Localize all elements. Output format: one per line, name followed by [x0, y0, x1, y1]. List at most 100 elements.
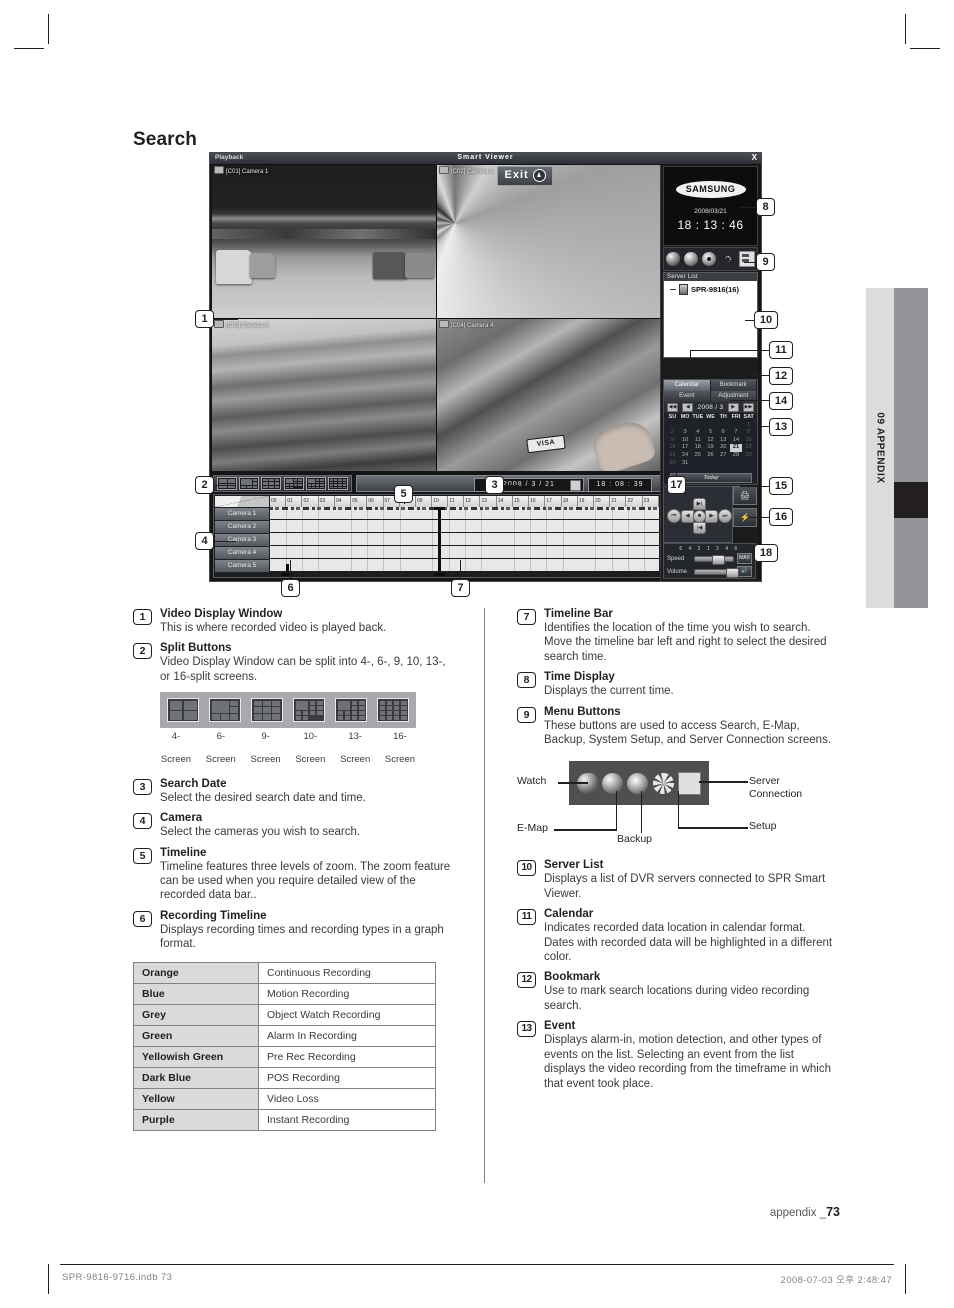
calendar-day[interactable]: 24 — [679, 452, 692, 460]
calendar-day[interactable]: 28 — [730, 452, 743, 460]
emap-icon[interactable] — [684, 252, 699, 266]
playback-dpad[interactable]: ⏮ ▶| ◀ ■ ▶ |◀ ⏭ — [667, 497, 732, 534]
next-month-button[interactable]: ▶ — [727, 403, 739, 412]
calendar-day[interactable]: 11 — [691, 437, 704, 445]
calendar-day[interactable]: 18 — [691, 444, 704, 452]
jump-last-button[interactable]: ⏭ — [718, 508, 732, 523]
split-buttons[interactable] — [213, 475, 352, 492]
calendar-day-empty — [691, 460, 704, 468]
recording-timeline-graph[interactable] — [270, 507, 659, 576]
calendar-day[interactable]: 15 — [742, 437, 755, 445]
calendar-day[interactable]: 17 — [679, 444, 692, 452]
menu-buttons[interactable] — [663, 247, 758, 271]
print-button[interactable]: 🖨 — [733, 486, 757, 505]
step-back-button[interactable]: |◀ — [693, 521, 706, 534]
server-list-item[interactable]: SPR-9816(16) — [664, 281, 757, 295]
video-cell-1[interactable]: [C01] Camera 1 — [212, 165, 436, 318]
camera-row-5[interactable]: Camera 5 — [215, 560, 269, 573]
split-16-button[interactable] — [327, 477, 348, 490]
timeline-zoom-control[interactable] — [215, 496, 269, 508]
gear-icon[interactable] — [720, 252, 735, 266]
timeline-secondary-cursor[interactable] — [282, 564, 293, 576]
calendar-day[interactable]: 12 — [704, 437, 717, 445]
speed-slider[interactable] — [694, 554, 734, 565]
backup-icon[interactable] — [702, 252, 717, 266]
prev-month-button[interactable]: ◀ — [682, 403, 694, 412]
calendar-grid[interactable]: SU MO TUE WE TH FRI SAT 1 2 3 4 5 6 7 8 9 10 11 12 13 14 15 16… — [664, 413, 757, 468]
split-6-button[interactable] — [239, 477, 260, 490]
appendix-side-bar — [894, 288, 928, 608]
calendar-day[interactable]: 7 — [730, 429, 743, 437]
speed-max-button[interactable]: MAX — [737, 553, 752, 564]
forward-button[interactable]: ▶ — [705, 509, 718, 523]
speed-row[interactable]: Speed MAX — [664, 552, 755, 565]
next-year-button[interactable]: ▶▶ — [742, 403, 754, 412]
server-list[interactable]: Server List SPR-9816(16) — [663, 272, 758, 358]
exit-button[interactable]: Exit — [496, 165, 553, 186]
hour-tick: 05 — [351, 496, 368, 507]
server-connection-icon[interactable] — [738, 251, 755, 267]
split-9-button[interactable] — [261, 477, 282, 490]
search-time-input[interactable]: 18 : 08 : 39 — [588, 478, 652, 492]
smart-viewer-screenshot: Playback Smart Viewer X [C01] Camera 1 [… — [209, 152, 762, 582]
video-cell-2[interactable]: [C02] Camera 2 — [437, 165, 661, 318]
calendar-day[interactable]: 27 — [717, 452, 730, 460]
prev-year-button[interactable]: ◀◀ — [667, 403, 678, 412]
tab-calendar[interactable]: Calendar — [664, 380, 711, 391]
watch-icon[interactable] — [666, 252, 681, 266]
calendar-day[interactable]: 22 — [742, 444, 755, 452]
calendar-day[interactable]: 3 — [679, 429, 692, 437]
calendar-day[interactable]: 2 — [666, 429, 679, 437]
video-display-window[interactable]: [C01] Camera 1 [C02] Camera 2 [C03] Came… — [212, 165, 661, 471]
calendar-day[interactable]: 10 — [679, 437, 692, 445]
timeline-bar-cursor[interactable] — [434, 507, 445, 576]
calendar-nav[interactable]: ◀◀ ◀ 2008 / 3 ▶ ▶▶ — [664, 402, 757, 413]
calendar-picker-icon[interactable] — [570, 480, 581, 491]
split-13-button[interactable] — [305, 477, 326, 490]
playback-controls[interactable]: ⏮ ▶| ◀ ■ ▶ |◀ ⏭ — [663, 486, 733, 543]
play-button[interactable]: ▶| — [693, 497, 706, 510]
split-4-button[interactable] — [217, 477, 238, 490]
emap-leader-h — [554, 829, 617, 831]
camera-row-2[interactable]: Camera 2 — [215, 521, 269, 534]
tab-event[interactable]: Event — [664, 391, 711, 402]
calendar-tabs-row-1[interactable]: Calendar Bookmark — [664, 380, 757, 391]
calendar-day[interactable]: 26 — [704, 452, 717, 460]
calendar-day[interactable]: 14 — [730, 437, 743, 445]
calendar-day[interactable]: 25 — [691, 452, 704, 460]
split-10-button[interactable] — [283, 477, 304, 490]
calendar-day[interactable]: 13 — [717, 437, 730, 445]
camera-row-1[interactable]: Camera 1 — [215, 508, 269, 521]
calendar-day[interactable]: 29 — [742, 452, 755, 460]
calendar-day[interactable]: 5 — [704, 429, 717, 437]
calendar-day[interactable]: 23 — [666, 452, 679, 460]
timeline-panel[interactable]: Camera 1 Camera 2 Camera 3 Camera 4 Came… — [213, 494, 661, 578]
calendar-day[interactable]: 30 — [666, 460, 679, 468]
calendar-day[interactable]: 6 — [717, 429, 730, 437]
camera-row-4[interactable]: Camera 4 — [215, 547, 269, 560]
video-cell-4[interactable]: VISA [C04] Camera 4 — [437, 318, 661, 471]
calendar-day[interactable]: 19 — [704, 444, 717, 452]
calendar-day[interactable]: 20 — [717, 444, 730, 452]
mute-icon[interactable]: 🔊 — [737, 566, 752, 577]
video-cell-3[interactable]: [C03] Camera 3 — [212, 318, 436, 471]
calendar-day[interactable]: 16 — [666, 444, 679, 452]
camera-column[interactable]: Camera 1 Camera 2 Camera 3 Camera 4 Came… — [215, 496, 269, 573]
jump-first-button[interactable]: ⏮ — [667, 508, 681, 523]
calendar-day[interactable]: 9 — [666, 437, 679, 445]
volume-slider[interactable] — [694, 567, 740, 578]
calendar-day[interactable]: 8 — [742, 429, 755, 437]
split-13-label: 13- Screen — [340, 731, 371, 766]
calendar-day[interactable]: 4 — [691, 429, 704, 437]
close-icon[interactable]: X — [752, 153, 757, 162]
speed-volume-panel[interactable]: 6 4 2 1 2 4 6 Speed MAX Volume 🔊 — [663, 543, 756, 579]
calendar-day[interactable]: 21 — [729, 444, 743, 452]
volume-row[interactable]: Volume 🔊 — [664, 565, 755, 578]
description-5: 5 Timeline Timeline features three level… — [133, 847, 453, 903]
hand-graphic — [588, 416, 658, 471]
side-action-buttons[interactable]: 🖨 ⚡ — [733, 486, 757, 530]
tab-bookmark[interactable]: Bookmark — [710, 380, 757, 391]
volume-slider-thumb[interactable] — [726, 567, 740, 578]
speed-slider-thumb[interactable] — [711, 554, 725, 565]
calendar-day[interactable]: 31 — [679, 460, 692, 468]
